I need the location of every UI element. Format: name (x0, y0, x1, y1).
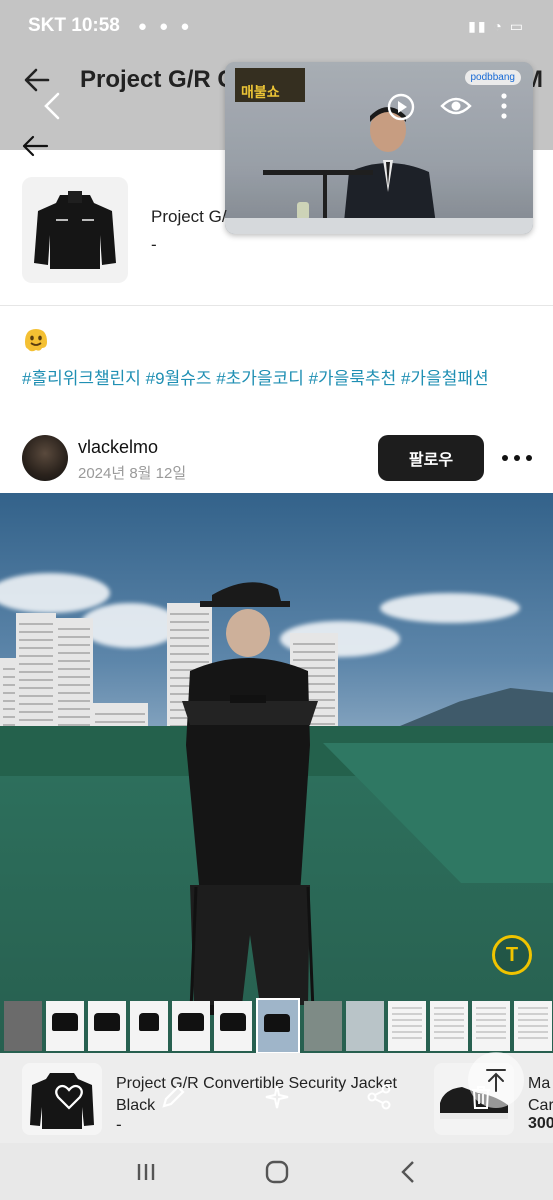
author-row: vlackelmo 2024년 8월 12일 팔로우 (22, 433, 532, 483)
building (16, 613, 56, 733)
back-icon[interactable] (390, 1154, 426, 1190)
eye-icon[interactable] (440, 94, 472, 118)
building (55, 618, 93, 733)
jacket-image (34, 191, 116, 269)
status-time: SKT 10:58 (28, 15, 120, 36)
notification-icons: ● ● ● (137, 17, 194, 35)
film-thumb[interactable] (388, 1001, 426, 1051)
next-product-name: Ma Car (528, 1073, 553, 1117)
film-thumb[interactable] (472, 1001, 510, 1051)
share-icon[interactable] (364, 1082, 394, 1112)
film-thumb[interactable] (304, 1001, 342, 1051)
melting-face-emoji-icon (25, 329, 47, 352)
film-thumb[interactable] (514, 1001, 552, 1051)
system-status-icons: ▮▮ ◔ ▭ (468, 17, 525, 34)
film-thumb[interactable] (46, 1001, 84, 1051)
video-play-icon[interactable] (386, 92, 416, 122)
film-thumb[interactable] (214, 1001, 252, 1051)
status-bar: SKT 10:58 ● ● ● ▮▮ ◔ ▭ (0, 0, 553, 52)
film-thumb[interactable] (88, 1001, 126, 1051)
edit-pencil-icon[interactable] (158, 1082, 188, 1112)
author-username[interactable]: vlackelmo (78, 437, 158, 458)
film-thumb[interactable] (430, 1001, 468, 1051)
heart-icon[interactable] (54, 1082, 84, 1112)
back-arrow-icon[interactable] (22, 65, 52, 95)
bottom-product-price: - (116, 1115, 122, 1134)
tagged-product[interactable]: Project G/ - (0, 175, 553, 285)
follow-button[interactable]: 팔로우 (378, 435, 484, 481)
home-icon[interactable] (259, 1154, 295, 1190)
more-vertical-icon[interactable] (498, 92, 510, 120)
product-price: - (151, 235, 157, 254)
film-thumb[interactable] (346, 1001, 384, 1051)
product-name: Project G/ (151, 207, 227, 226)
previous-chevron-icon[interactable] (40, 92, 64, 120)
gallery-filmstrip[interactable] (0, 998, 553, 1054)
next-product-name-line2: Car (528, 1097, 553, 1114)
film-thumb-selected[interactable] (256, 998, 300, 1054)
trash-icon[interactable] (466, 1082, 496, 1112)
page-title: Project G/R C (80, 66, 230, 93)
text-recognition-button[interactable]: T (492, 935, 532, 975)
next-product-name-line1: Ma (528, 1075, 551, 1092)
next-product-price: 300 (528, 1115, 553, 1132)
film-thumb[interactable] (4, 1001, 42, 1051)
film-thumb[interactable] (172, 1001, 210, 1051)
hashtags[interactable]: #홀리위크챌린지 #9월슈즈 #초가을코디 #가을룩추천 #가을철패션 (22, 364, 489, 389)
post-photo[interactable] (0, 493, 553, 1053)
model-figure (182, 582, 318, 1015)
system-nav-bar (0, 1143, 553, 1200)
more-options-icon[interactable] (502, 447, 532, 469)
screen: SKT 10:58 ● ● ● ▮▮ ◔ ▭ Project G/R C M 매… (0, 0, 553, 1200)
recent-apps-icon[interactable] (128, 1154, 164, 1190)
avatar[interactable] (22, 435, 68, 481)
product-thumbnail[interactable] (22, 177, 128, 283)
post-date: 2024년 8월 12일 (78, 465, 187, 482)
divider (0, 305, 553, 306)
film-thumb[interactable] (130, 1001, 168, 1051)
back-arrow-icon[interactable] (20, 131, 50, 161)
cloud (380, 593, 520, 623)
sparkle-icon[interactable] (262, 1082, 292, 1112)
